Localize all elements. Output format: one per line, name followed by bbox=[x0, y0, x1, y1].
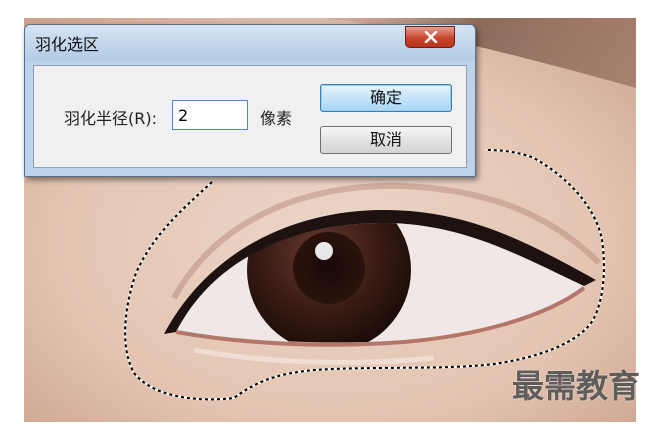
dialog-title: 羽化选区 bbox=[35, 35, 100, 54]
feather-radius-input[interactable] bbox=[172, 100, 248, 130]
feather-radius-label: 羽化半径(R): bbox=[64, 109, 157, 128]
watermark: 最需教育 bbox=[512, 367, 641, 405]
close-icon bbox=[424, 31, 438, 43]
catchlight bbox=[315, 242, 333, 260]
feather-selection-dialog: 羽化选区 羽化半径(R): 像素 确定 取消 bbox=[24, 24, 476, 177]
cancel-button[interactable]: 取消 bbox=[320, 126, 452, 154]
pupil bbox=[293, 232, 365, 304]
dialog-titlebar[interactable]: 羽化选区 bbox=[25, 25, 475, 61]
close-button[interactable] bbox=[405, 26, 455, 48]
dialog-body: 羽化半径(R): 像素 确定 取消 bbox=[33, 65, 467, 168]
unit-label: 像素 bbox=[260, 109, 293, 128]
ok-button[interactable]: 确定 bbox=[320, 84, 452, 112]
